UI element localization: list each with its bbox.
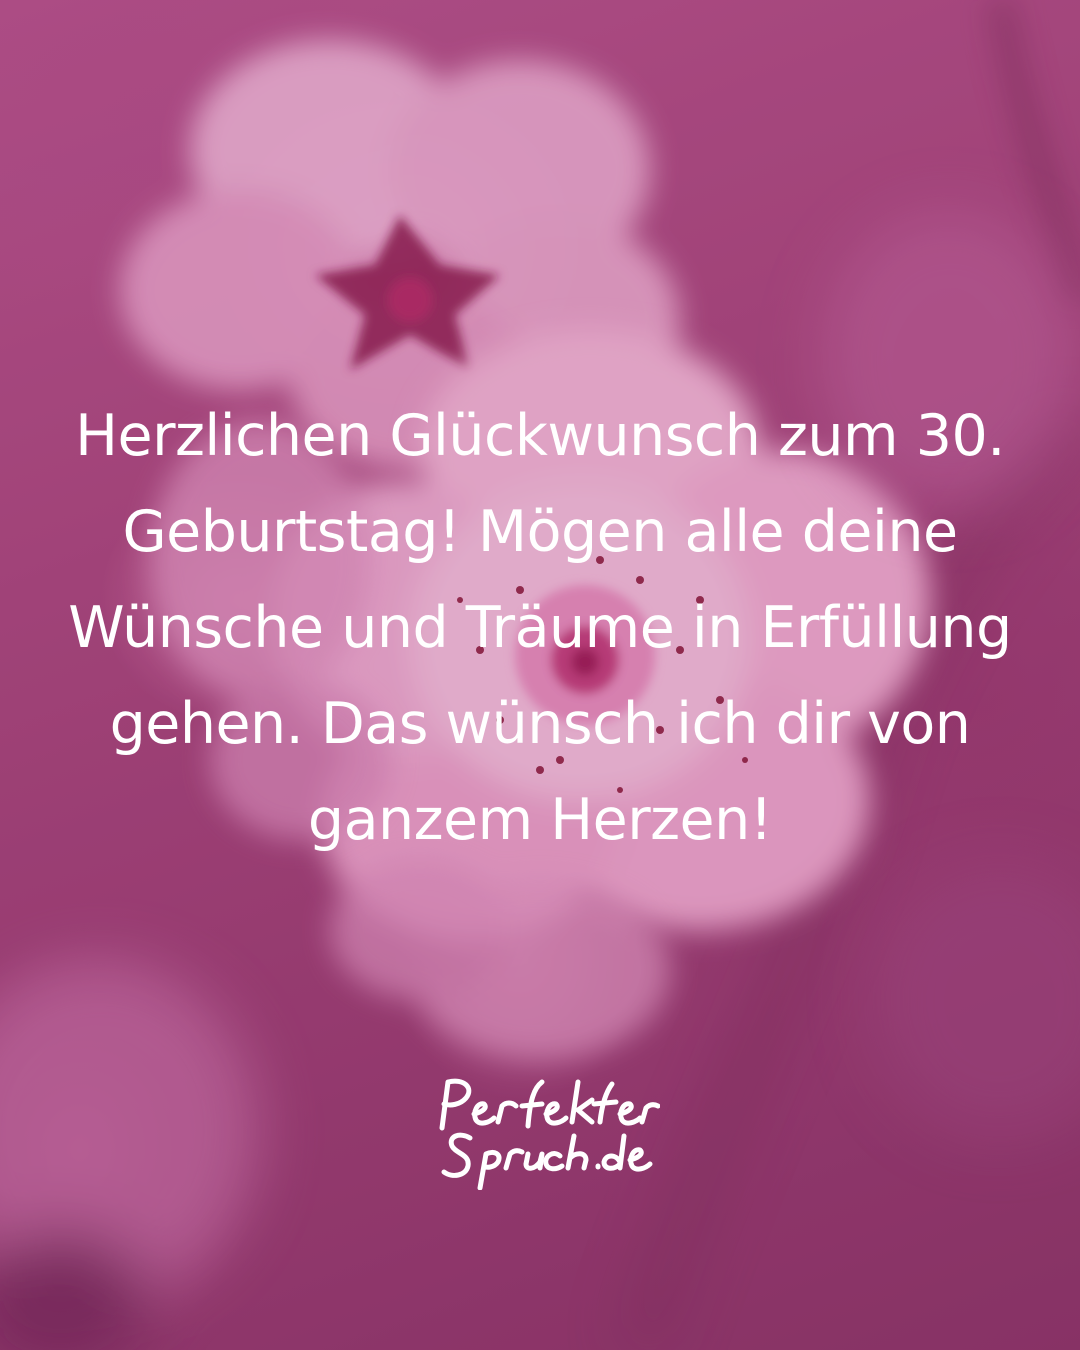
quote-card: Herzlichen Glückwunsch zum 30. Geburtsta… — [0, 0, 1080, 1350]
birthday-quote: Herzlichen Glückwunsch zum 30. Geburtsta… — [68, 403, 1012, 853]
perfekter-spruch-logo — [439, 1078, 660, 1190]
